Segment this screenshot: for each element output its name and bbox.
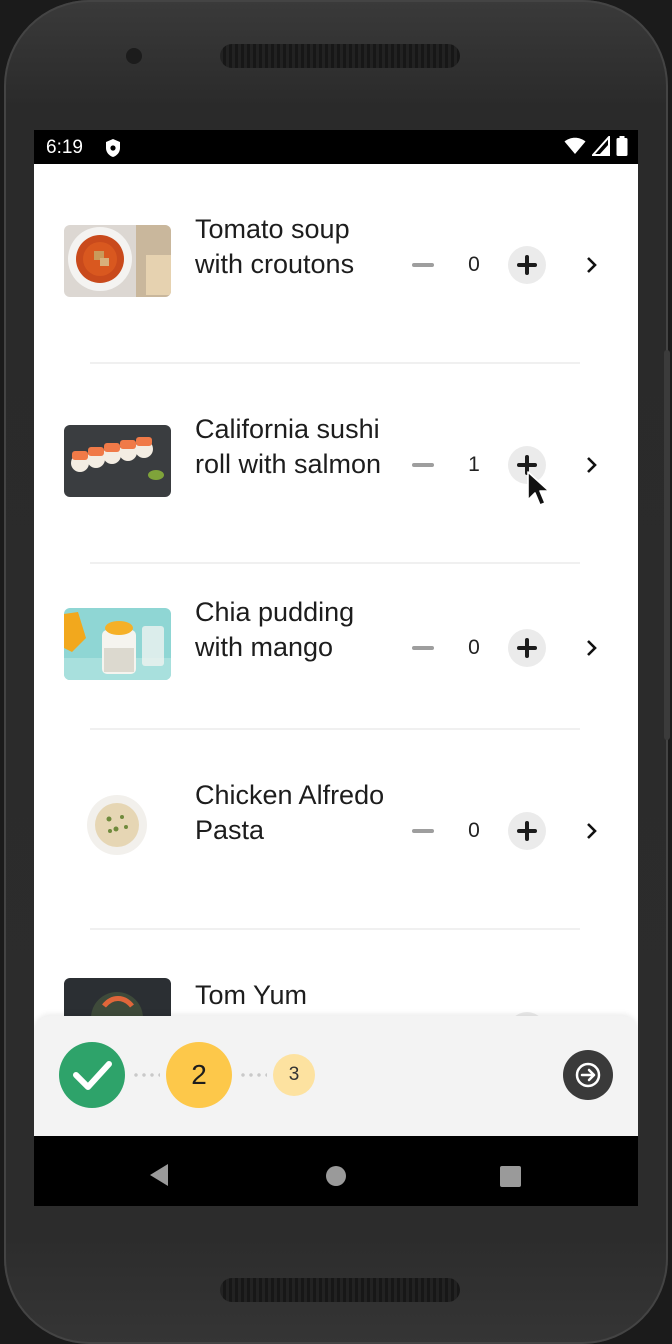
back-icon[interactable] — [148, 1162, 170, 1188]
divider — [90, 728, 580, 730]
top-speaker — [220, 44, 460, 68]
chevron-right-icon[interactable] — [582, 821, 602, 841]
decrease-button[interactable] — [412, 646, 434, 650]
item-name: Chia pudding with mango — [195, 597, 355, 662]
recent-apps-icon[interactable] — [500, 1166, 521, 1187]
step-completed[interactable] — [59, 1042, 125, 1108]
increase-button[interactable] — [508, 246, 546, 284]
checkmark-icon — [73, 1061, 112, 1090]
tomato-soup-image — [64, 225, 171, 297]
alfredo-pasta-image — [64, 789, 171, 861]
status-time: 6:19 — [46, 137, 83, 158]
tom-yum-image — [64, 978, 171, 1016]
item-name: California sushi roll with salmon — [195, 414, 382, 479]
signal-icon — [592, 136, 610, 156]
item-name: Tomato soup with croutons — [195, 214, 355, 279]
status-bar: 6:19 — [34, 130, 638, 164]
screen: 6:19 Tomato soup with croutons 0 Califor… — [34, 130, 638, 1206]
arrow-right-icon — [575, 1062, 601, 1088]
item-quantity: 0 — [468, 636, 480, 659]
increase-button[interactable] — [508, 812, 546, 850]
chevron-right-icon[interactable] — [582, 455, 602, 475]
chevron-right-icon[interactable] — [582, 638, 602, 658]
order-stepper: 2 3 — [34, 1016, 638, 1136]
item-quantity: 0 — [468, 819, 480, 842]
divider — [90, 362, 580, 364]
divider — [90, 928, 580, 930]
item-quantity: 0 — [468, 253, 480, 276]
mouse-cursor-icon — [527, 471, 550, 506]
status-icons — [564, 136, 628, 156]
chia-pudding-image — [64, 608, 171, 680]
bottom-speaker — [220, 1278, 460, 1302]
decrease-button[interactable] — [412, 463, 434, 467]
sushi-roll-image — [64, 425, 171, 497]
next-step-button[interactable] — [563, 1050, 613, 1100]
step-connector — [132, 1073, 160, 1077]
step-upcoming[interactable]: 3 — [273, 1054, 315, 1096]
home-icon[interactable] — [326, 1166, 346, 1186]
battery-icon — [616, 136, 628, 156]
wifi-icon — [564, 137, 586, 154]
item-quantity: 1 — [468, 453, 480, 476]
step-connector — [239, 1073, 267, 1077]
menu-list: Tomato soup with croutons 0 California s… — [34, 164, 638, 1016]
chevron-right-icon[interactable] — [582, 255, 602, 275]
shield-icon — [106, 139, 120, 157]
divider — [90, 562, 580, 564]
decrease-button[interactable] — [412, 829, 434, 833]
side-button — [664, 350, 670, 740]
increase-button[interactable] — [508, 629, 546, 667]
front-camera — [126, 48, 142, 64]
item-name: Tom Yum — [195, 980, 308, 1010]
step-current[interactable]: 2 — [166, 1042, 232, 1108]
item-name: Chicken Alfredo Pasta — [195, 780, 385, 845]
system-nav-bar — [34, 1136, 638, 1206]
decrease-button[interactable] — [412, 263, 434, 267]
